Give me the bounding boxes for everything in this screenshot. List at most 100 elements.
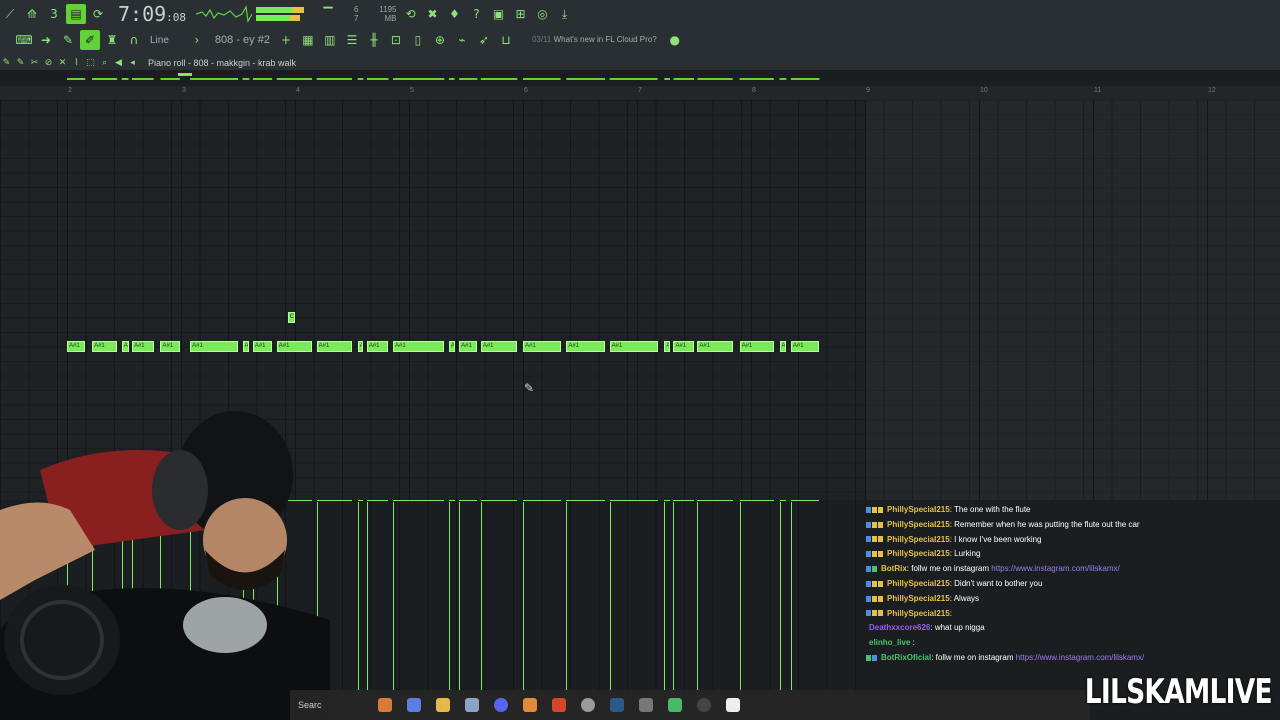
pattern-selector[interactable]: 808 - ey #2 [215,34,270,46]
velocity-stem[interactable] [790,502,792,690]
magnet-icon[interactable]: ∩ [124,30,144,50]
brave-icon[interactable] [552,698,566,712]
velocity-stem[interactable] [523,502,524,690]
chat-username[interactable]: PhillySpecial215 [887,505,950,514]
loop-record-icon[interactable]: ⟳ [88,4,108,24]
select-tool-icon[interactable]: ⬚ [84,57,97,70]
mixer-icon[interactable]: ╫ [364,30,384,50]
chat-link[interactable]: https://www.instagram.com/lilskamx/ [991,564,1119,573]
link-icon[interactable]: ➶ [474,30,494,50]
close-x-icon[interactable]: ✖ [423,4,443,24]
note-a#1[interactable]: A#1 [697,341,733,352]
note-a#1[interactable]: A#1 [609,341,658,352]
metronome-icon[interactable]: ⟋ [0,4,20,24]
note-a#1[interactable]: A#1 [459,341,478,352]
delete-tool-icon[interactable]: ⊘ [42,57,55,70]
layers-app-icon[interactable] [668,698,682,712]
velocity-stem[interactable] [566,502,568,690]
piano-roll-icon[interactable]: ▥ [320,30,340,50]
channel-rack-icon[interactable]: ☰ [342,30,362,50]
erase-tool-icon[interactable]: ✂ [28,57,41,70]
chat-username[interactable]: BotRix [881,564,907,573]
pattern-prev-icon[interactable]: › [187,30,207,50]
velocity-stem[interactable] [393,502,395,690]
slice-tool-icon[interactable]: ⌇ [70,57,83,70]
note-a#1[interactable]: A#1 [779,341,787,352]
master-volume-slider[interactable]: ▔ [308,4,348,24]
velocity-stem[interactable] [609,502,611,690]
countdown-icon[interactable]: 3 [44,4,64,24]
chat-username[interactable]: BotRixOficial [881,653,931,662]
app-icon-spyt[interactable] [639,698,653,712]
project-icon[interactable]: ▯ [408,30,428,50]
plugin-icon[interactable]: ⊞ [511,4,531,24]
velocity-stem[interactable] [739,502,741,690]
cart-icon[interactable]: ⊔ [496,30,516,50]
note-a#1[interactable]: A#1 [160,341,180,352]
arrow-right-icon[interactable]: ➜ [36,30,56,50]
note-a#1[interactable]: A#1 [566,341,606,352]
note-a#1[interactable]: A#1 [393,341,445,352]
note-a#1[interactable]: A#1 [366,341,389,352]
scroll-thumb[interactable] [178,73,192,76]
zoom-tool-icon[interactable]: ⌕ [98,57,111,70]
tulip-app-icon[interactable] [378,698,392,712]
note-a#1[interactable]: A#1 [92,341,118,352]
refresh-icon[interactable]: ⟲ [401,4,421,24]
playlist-icon[interactable]: ▦ [298,30,318,50]
note-a#1[interactable]: A#1 [67,341,86,352]
speaker-icon[interactable]: ◂ [126,57,139,70]
help-icon[interactable]: ? [467,4,487,24]
note-a#1[interactable]: A#1 [673,341,694,352]
plugin-picker-icon[interactable]: ⊕ [430,30,450,50]
chat-link[interactable]: https://www.instagram.com/lilskamx/ [1016,653,1144,662]
4k-app-icon[interactable] [697,698,711,712]
discord-icon[interactable] [494,698,508,712]
velocity-stem[interactable] [366,502,368,690]
chat-username[interactable]: elinho_live [869,638,910,647]
keyboard-icon[interactable]: ⌨ [14,30,34,50]
file-explorer-icon[interactable] [436,698,450,712]
note-a#1[interactable]: A#1 [252,341,273,352]
velocity-stem[interactable] [664,502,666,690]
note-a#1[interactable]: A#1 [523,341,561,352]
note-a#1[interactable]: A#1 [790,341,820,352]
store-icon[interactable] [465,698,479,712]
note-a#1[interactable]: A#1 [121,341,129,352]
note-a#1[interactable]: A#1 [739,341,774,352]
fl-studio-icon[interactable] [523,698,537,712]
chat-username[interactable]: PhillySpecial215 [887,609,950,618]
touch-keyboard-icon[interactable]: ⌁ [452,30,472,50]
capcut-icon[interactable] [726,698,740,712]
chat-icon[interactable]: ◎ [533,4,553,24]
note-a#1[interactable]: A#1 [316,341,352,352]
add-pattern-icon[interactable]: + [276,30,296,50]
note-a#1[interactable]: A#1 [242,341,250,352]
playback-tool-icon[interactable]: ◀ [112,57,125,70]
horizontal-scrollbar[interactable] [0,70,1280,87]
paint-icon[interactable]: ♜ [102,30,122,50]
paint-tool-icon[interactable]: ✎ [14,57,27,70]
microphone-icon[interactable]: ♦ [445,4,465,24]
step-edit-icon[interactable]: ▤ [66,4,86,24]
chat-username[interactable]: PhillySpecial215 [887,535,950,544]
velocity-stem[interactable] [357,502,359,690]
chat-username[interactable]: PhillySpecial215 [887,549,950,558]
download-icon[interactable]: ⤓ [555,4,575,24]
browser-icon[interactable]: ⊡ [386,30,406,50]
chat-username[interactable]: Deathxxcore626 [869,623,930,632]
note-a#1[interactable]: A#1 [276,341,313,352]
brush-icon[interactable]: ✎ [58,30,78,50]
velocity-stem[interactable] [459,502,461,690]
note-a#1[interactable]: A#1 [664,341,671,352]
copilot-icon[interactable] [407,698,421,712]
pencil-tool-icon[interactable]: ✎ [0,57,13,70]
snap-select[interactable]: Line [150,35,169,46]
note-a#1[interactable]: A#1 [131,341,154,352]
chat-username[interactable]: PhillySpecial215 [887,579,950,588]
note-a#1[interactable]: A#1 [357,341,364,352]
velocity-stem[interactable] [480,502,482,690]
timeline-ruler[interactable]: 2 3 4 5 6 7 8 9 10 11 12 [0,86,1280,101]
mute-tool-icon[interactable]: ✕ [56,57,69,70]
news-panel[interactable]: 03/11 What's new in FL Cloud Pro? [532,35,657,45]
